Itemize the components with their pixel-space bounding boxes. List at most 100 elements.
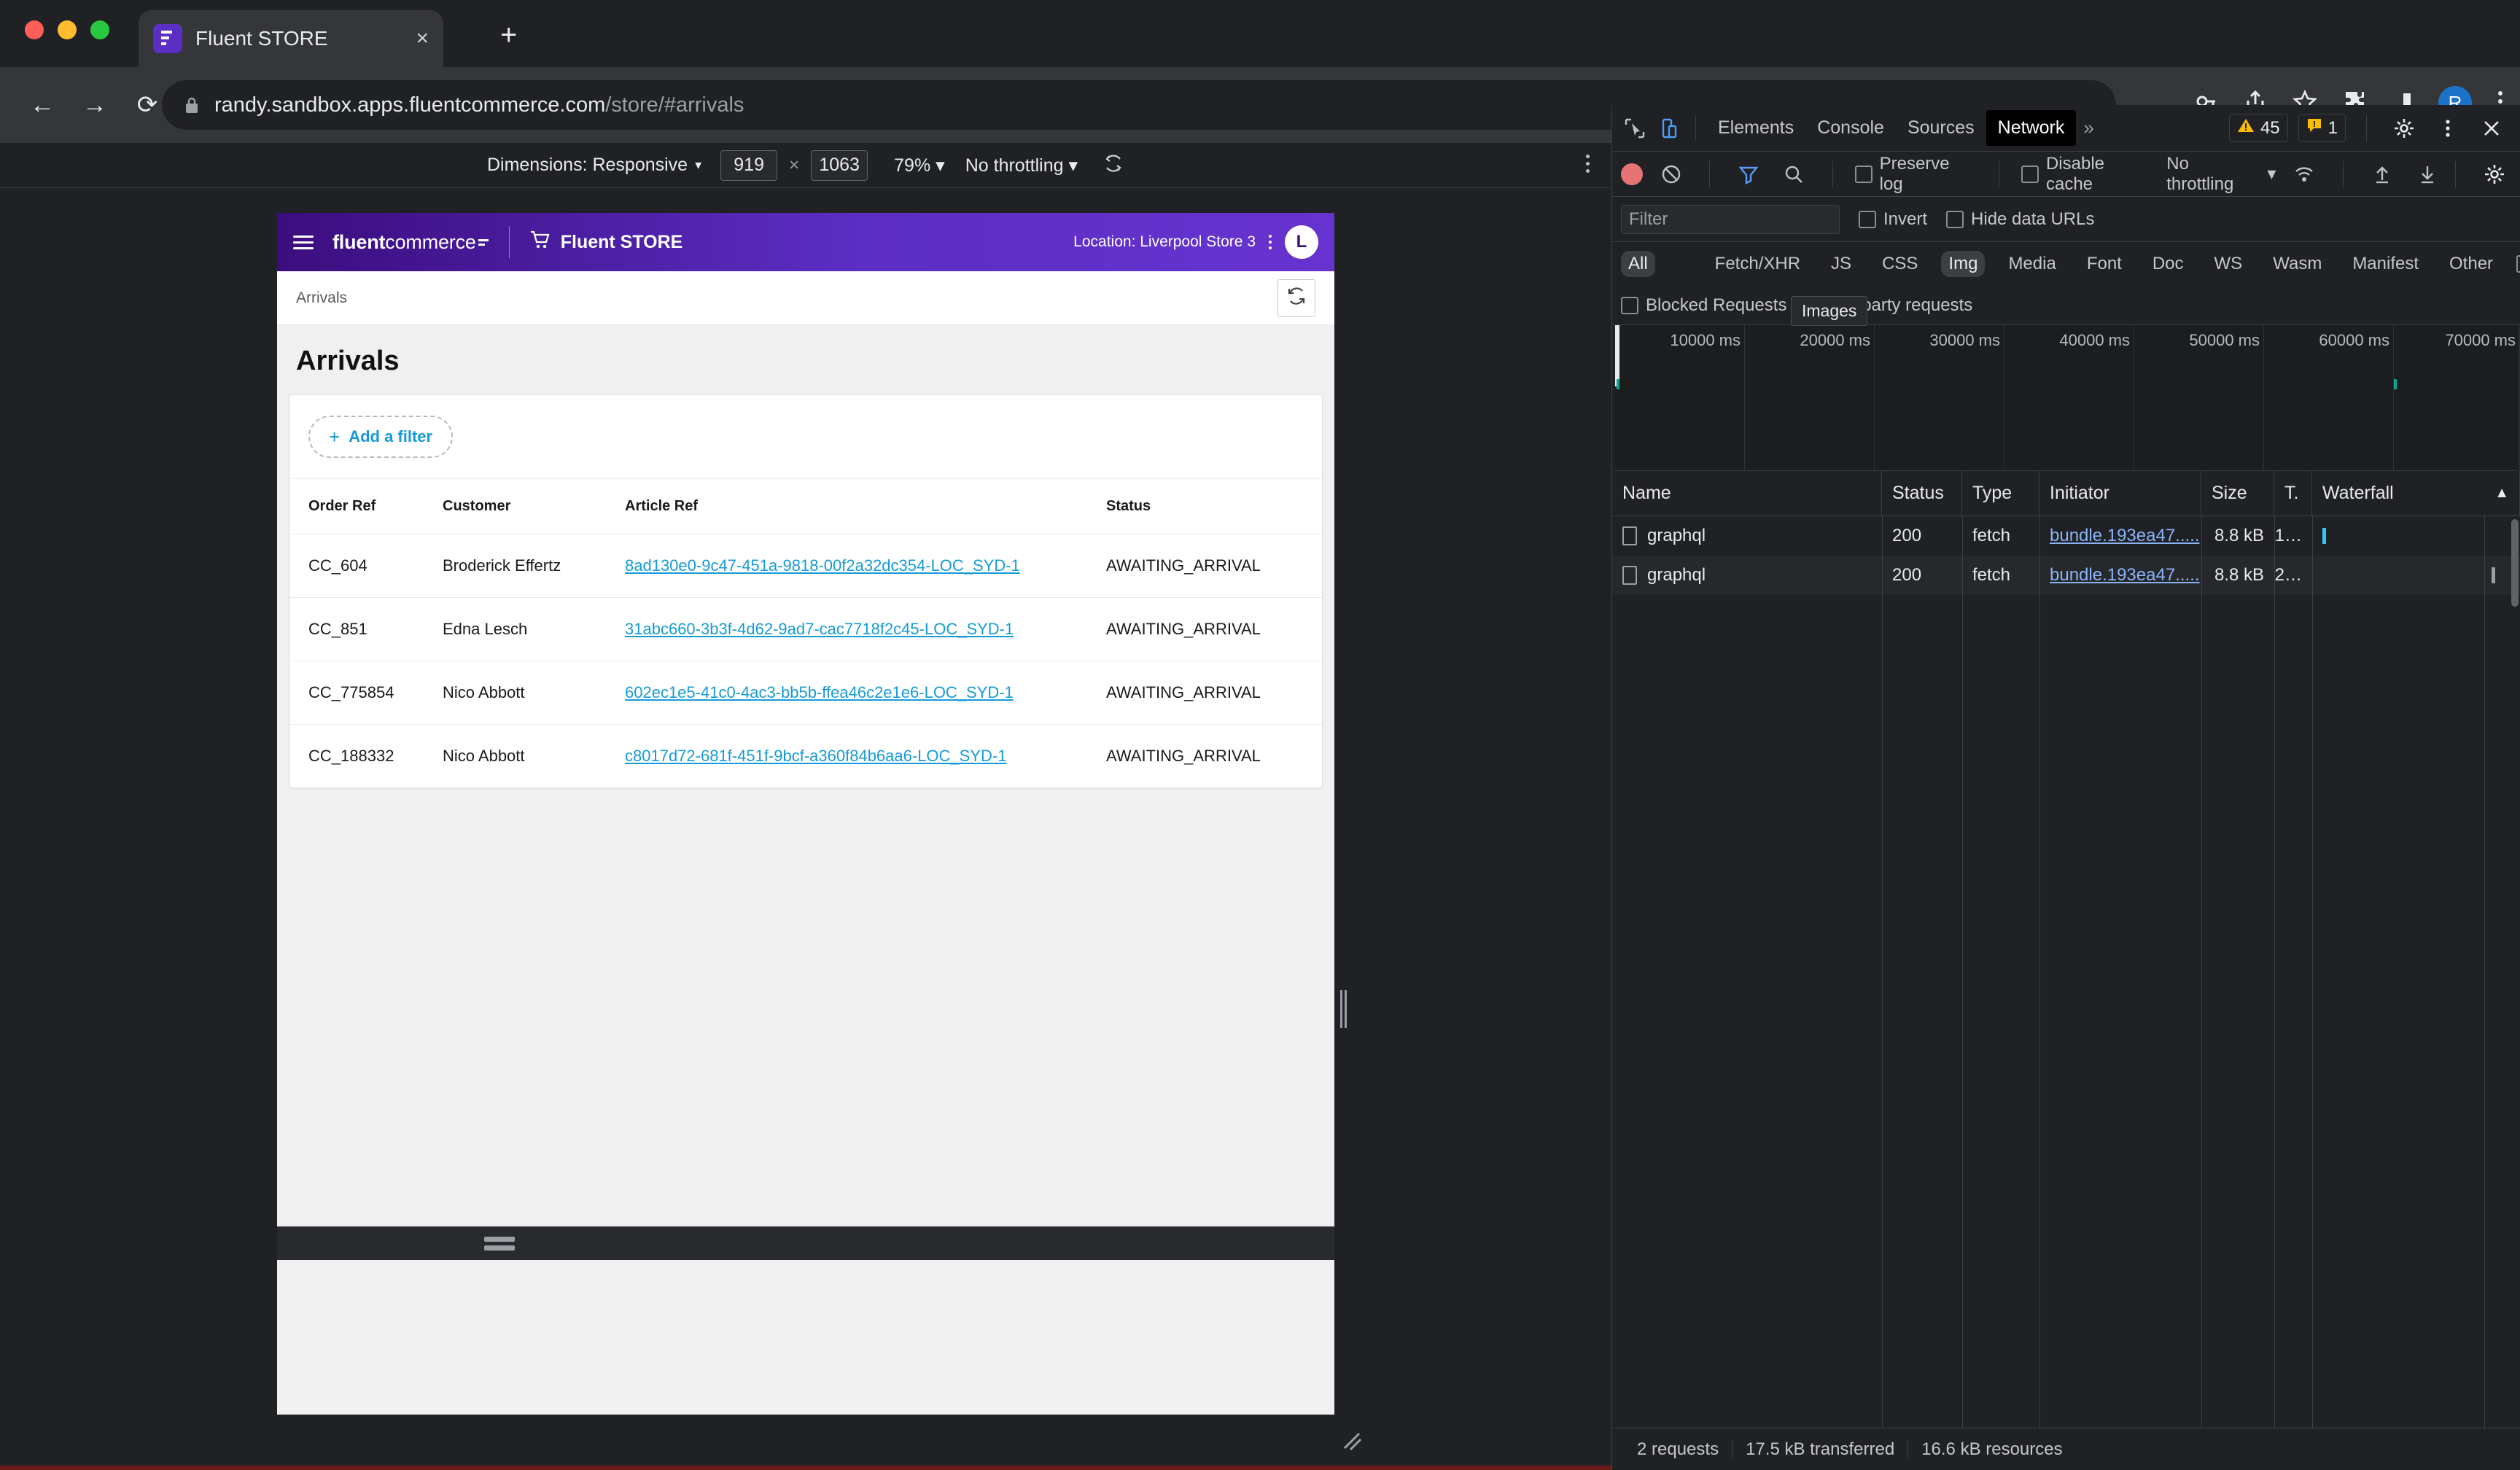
app-header-menu-icon[interactable] — [1269, 235, 1272, 249]
network-settings-gear-icon[interactable] — [2478, 158, 2511, 191]
window-traffic-lights — [25, 20, 109, 39]
article-ref-link[interactable]: 602ec1e5-41c0-4ac3-bb5b-ffea46c2e1e6-LOC… — [625, 683, 1014, 701]
disable-cache-checkbox[interactable]: Disable cache — [2021, 154, 2155, 195]
breadcrumb[interactable]: Arrivals — [296, 289, 347, 307]
viewport-right-resize-handle[interactable] — [1340, 990, 1349, 1028]
request-initiator-link[interactable]: bundle.193ea47..... — [2050, 526, 2200, 546]
import-har-icon[interactable] — [2365, 158, 2399, 191]
maximize-window-button[interactable] — [90, 20, 109, 39]
article-ref-link[interactable]: 8ad130e0-9c47-451a-9818-00f2a32dc354-LOC… — [625, 556, 1020, 575]
user-avatar[interactable]: L — [1285, 225, 1318, 259]
cell-status: AWAITING_ARRIVAL — [1106, 661, 1322, 725]
column-header-status[interactable]: Status — [1882, 471, 1962, 516]
table-row[interactable]: CC_188332 Nico Abbott c8017d72-681f-451f… — [289, 725, 1322, 788]
column-header-size[interactable]: Size — [2201, 471, 2274, 516]
filter-type-all[interactable]: All — [1621, 251, 1655, 277]
search-icon[interactable] — [1777, 158, 1811, 191]
record-stop-icon[interactable] — [1621, 163, 1643, 185]
column-header-article-ref[interactable]: Article Ref — [625, 479, 1106, 534]
viewport-corner-resize-handle[interactable] — [1340, 1429, 1362, 1457]
dimensions-label[interactable]: Dimensions: Responsive — [487, 155, 688, 176]
rotate-icon[interactable] — [1102, 152, 1124, 178]
column-header-time[interactable]: T. — [2274, 471, 2312, 516]
filter-type-media[interactable]: Media — [2001, 251, 2063, 277]
filter-type-img[interactable]: Img — [1941, 251, 1985, 277]
column-header-order-ref[interactable]: Order Ref — [289, 479, 443, 534]
resource-type-filters: All Fetch/XHR JS CSS Img Media Font Doc … — [1612, 242, 2520, 286]
devtools-menu-icon[interactable] — [2431, 112, 2465, 145]
more-tabs-icon[interactable]: » — [2083, 117, 2093, 139]
hamburger-menu-icon[interactable] — [293, 236, 314, 249]
network-request-row[interactable]: graphql 200 fetch bundle.193ea47..... 8.… — [1612, 556, 2520, 595]
tab-console[interactable]: Console — [1805, 110, 1896, 146]
viewport-bottom-resize-handle[interactable] — [484, 1237, 515, 1251]
chevron-down-icon[interactable]: ▾ — [695, 158, 701, 173]
cart-icon — [530, 230, 551, 254]
zoom-select[interactable]: 79% ▾ — [894, 155, 945, 176]
gear-icon[interactable] — [2387, 112, 2421, 145]
request-initiator-link[interactable]: bundle.193ea47..... — [2050, 565, 2200, 586]
cell-customer: Nico Abbott — [443, 661, 625, 725]
network-throttling-select[interactable]: No throttling ▾ — [2166, 154, 2276, 195]
cell-status: AWAITING_ARRIVAL — [1106, 725, 1322, 788]
filter-type-wasm[interactable]: Wasm — [2266, 251, 2329, 277]
overview-request-bar — [2394, 379, 2397, 389]
toolbar-divider — [2343, 161, 2344, 187]
invert-checkbox[interactable]: Invert — [1859, 209, 1927, 230]
network-list-scrollbar[interactable] — [2511, 519, 2519, 607]
column-header-waterfall[interactable]: Waterfall ▲ — [2312, 471, 2520, 516]
browser-tab[interactable]: Fluent STORE × — [139, 10, 443, 67]
column-header-customer[interactable]: Customer — [443, 479, 625, 534]
filter-funnel-icon[interactable] — [1732, 158, 1765, 191]
close-icon[interactable] — [2475, 112, 2508, 145]
refresh-button[interactable] — [1278, 279, 1315, 317]
filter-type-ws[interactable]: WS — [2207, 251, 2250, 277]
hide-data-urls-label: Hide data URLs — [1971, 209, 2094, 230]
back-button[interactable]: ← — [16, 91, 69, 120]
filter-type-other[interactable]: Other — [2442, 251, 2500, 277]
warnings-badge[interactable]: 45 — [2229, 114, 2288, 142]
overview-left-handle[interactable] — [1615, 325, 1619, 386]
inspect-cursor-icon[interactable] — [1618, 112, 1652, 145]
filter-type-css[interactable]: CSS — [1875, 251, 1925, 277]
network-conditions-icon[interactable] — [2287, 158, 2321, 191]
article-ref-link[interactable]: 31abc660-3b3f-4d62-9ad7-cac7718f2c45-LOC… — [625, 620, 1014, 638]
filter-type-doc[interactable]: Doc — [2145, 251, 2191, 277]
close-icon[interactable]: × — [416, 28, 429, 50]
add-filter-button[interactable]: + Add a filter — [308, 416, 453, 458]
viewport-height-input[interactable]: 1063 — [811, 150, 868, 181]
filter-type-fetch-xhr[interactable]: Fetch/XHR — [1708, 251, 1808, 277]
filter-type-js[interactable]: JS — [1824, 251, 1859, 277]
table-row[interactable]: CC_604 Broderick Effertz 8ad130e0-9c47-4… — [289, 534, 1322, 598]
blocked-requests-checkbox[interactable]: Blocked Requests — [1621, 295, 1786, 316]
column-header-name[interactable]: Name — [1612, 471, 1882, 516]
browser-tab-title: Fluent STORE — [195, 27, 408, 50]
column-header-initiator[interactable]: Initiator — [2039, 471, 2201, 516]
export-har-icon[interactable] — [2411, 158, 2444, 191]
issues-badge[interactable]: 1 — [2298, 114, 2346, 142]
tab-elements[interactable]: Elements — [1706, 110, 1805, 146]
viewport-width-input[interactable]: 919 — [720, 150, 777, 181]
table-row[interactable]: CC_851 Edna Lesch 31abc660-3b3f-4d62-9ad… — [289, 598, 1322, 661]
minimize-window-button[interactable] — [58, 20, 77, 39]
column-header-type[interactable]: Type — [1962, 471, 2039, 516]
article-ref-link[interactable]: c8017d72-681f-451f-9bcf-a360f84b6aa6-LOC… — [625, 747, 1006, 765]
network-overview-timeline[interactable]: 10000 ms 20000 ms 30000 ms 40000 ms 5000… — [1615, 325, 2517, 471]
clear-icon[interactable] — [1654, 158, 1688, 191]
column-header-status[interactable]: Status — [1106, 479, 1322, 534]
forward-button[interactable]: → — [69, 91, 121, 120]
table-row[interactable]: CC_775854 Nico Abbott 602ec1e5-41c0-4ac3… — [289, 661, 1322, 725]
network-request-row[interactable]: graphql 200 fetch bundle.193ea47..... 8.… — [1612, 516, 2520, 556]
device-toolbar-menu-icon[interactable] — [1586, 155, 1590, 173]
close-window-button[interactable] — [25, 20, 44, 39]
filter-type-manifest[interactable]: Manifest — [2345, 251, 2426, 277]
filter-input[interactable]: Filter — [1621, 205, 1840, 234]
tab-network[interactable]: Network — [1986, 110, 2077, 146]
device-toggle-icon[interactable] — [1652, 112, 1685, 145]
new-tab-button[interactable]: + — [500, 20, 517, 50]
preserve-log-checkbox[interactable]: Preserve log — [1855, 154, 1977, 195]
tab-sources[interactable]: Sources — [1896, 110, 1986, 146]
filter-type-font[interactable]: Font — [2080, 251, 2129, 277]
device-throttling-select[interactable]: No throttling ▾ — [965, 155, 1078, 176]
hide-data-urls-checkbox[interactable]: Hide data URLs — [1946, 209, 2094, 230]
